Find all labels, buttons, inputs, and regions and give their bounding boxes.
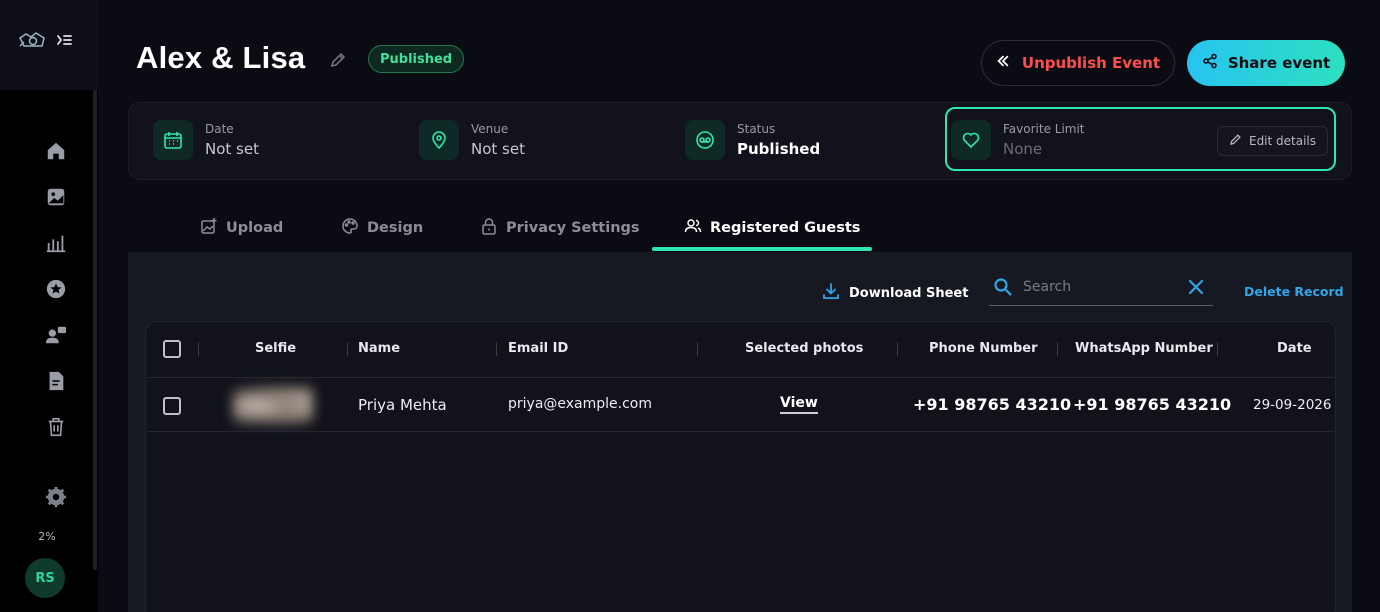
location-pin-icon — [419, 120, 459, 160]
logo-icon[interactable] — [18, 30, 48, 50]
select-all-checkbox[interactable] — [163, 340, 181, 358]
column-separator — [1217, 342, 1218, 356]
calendar-icon — [153, 120, 193, 160]
settings-icon[interactable] — [44, 485, 68, 509]
view-selected-photos-link[interactable]: View — [780, 395, 818, 414]
sidebar-header — [0, 0, 98, 90]
share-icon — [1202, 53, 1218, 73]
tab-privacy-settings-label: Privacy Settings — [506, 220, 640, 236]
unpublish-event-button[interactable]: Unpublish Event — [981, 40, 1175, 86]
edit-details-label: Edit details — [1248, 134, 1317, 148]
header-divider — [147, 377, 1334, 378]
search-bar — [989, 270, 1213, 306]
document-icon[interactable] — [44, 369, 68, 393]
column-header-whatsapp: WhatsApp Number — [1075, 341, 1213, 356]
guest-email: priya@example.com — [508, 396, 653, 412]
column-header-email: Email ID — [508, 341, 569, 356]
guest-date: 29-09-2026 — [1253, 397, 1332, 413]
row-checkbox[interactable] — [163, 397, 181, 415]
tab-upload-label: Upload — [226, 220, 284, 236]
favorite-limit-value: None — [1003, 140, 1043, 158]
avatar[interactable]: RS — [25, 558, 65, 598]
analytics-icon[interactable] — [44, 231, 68, 255]
tab-privacy-settings[interactable]: Privacy Settings — [480, 216, 640, 240]
tab-registered-guests-label: Registered Guests — [710, 220, 861, 236]
column-separator — [496, 342, 497, 356]
column-header-selected-photos: Selected photos — [745, 341, 864, 356]
tab-design[interactable]: Design — [341, 216, 423, 240]
lock-icon — [480, 217, 498, 239]
storage-percent: 2% — [38, 530, 56, 543]
download-icon — [822, 282, 840, 304]
sidebar-scrollbar[interactable] — [93, 90, 97, 570]
page-title: Alex & Lisa — [136, 40, 306, 75]
search-icon — [993, 277, 1013, 297]
heart-icon — [951, 120, 991, 160]
status-value: Published — [737, 140, 821, 158]
date-label: Date — [205, 122, 234, 136]
column-separator — [198, 342, 199, 356]
status-icon — [685, 120, 725, 160]
venue-value: Not set — [471, 140, 525, 158]
column-header-date: Date — [1277, 341, 1312, 356]
guests-icon — [684, 217, 702, 239]
delete-record-button[interactable]: Delete Record — [1244, 284, 1344, 299]
tab-upload[interactable]: Upload — [200, 216, 283, 240]
status-badge: Published — [368, 45, 465, 73]
edit-title-icon[interactable] — [330, 52, 346, 68]
active-tab-indicator — [652, 247, 872, 251]
upload-image-icon — [200, 217, 218, 239]
column-header-phone: Phone Number — [929, 341, 1038, 356]
edit-details-button[interactable]: Edit details — [1217, 126, 1328, 156]
column-separator — [697, 342, 698, 356]
download-sheet-label: Download Sheet — [849, 285, 969, 301]
palette-icon — [341, 217, 359, 239]
column-header-name: Name — [358, 341, 401, 356]
column-separator — [1057, 342, 1058, 356]
venue-label: Venue — [471, 122, 509, 136]
selfie-thumbnail[interactable] — [233, 386, 313, 426]
home-icon[interactable] — [44, 139, 68, 163]
favorite-limit-label: Favorite Limit — [1003, 122, 1085, 136]
row-divider — [147, 431, 1334, 432]
double-chevron-left-icon — [996, 54, 1010, 72]
date-value: Not set — [205, 140, 259, 158]
guest-name: Priya Mehta — [358, 396, 447, 414]
download-sheet-button[interactable]: Download Sheet — [822, 283, 968, 303]
sidebar — [0, 0, 98, 612]
share-event-button[interactable]: Share event — [1187, 40, 1345, 86]
column-header-selfie: Selfie — [255, 341, 297, 356]
guest-whatsapp: +91 98765 43210 — [1073, 395, 1232, 414]
favorites-icon[interactable] — [44, 277, 68, 301]
column-separator — [347, 342, 348, 356]
search-input[interactable] — [1023, 275, 1181, 299]
pencil-icon — [1229, 133, 1242, 149]
tab-registered-guests[interactable]: Registered Guests — [684, 216, 860, 240]
users-icon[interactable] — [44, 323, 68, 347]
guest-phone: +91 98765 43210 — [913, 395, 1072, 414]
tab-design-label: Design — [367, 220, 424, 236]
column-separator — [897, 342, 898, 356]
unpublish-event-label: Unpublish Event — [1021, 54, 1161, 72]
share-event-label: Share event — [1227, 54, 1331, 72]
gallery-icon[interactable] — [44, 185, 68, 209]
clear-search-icon[interactable] — [1187, 278, 1205, 296]
trash-icon[interactable] — [44, 415, 68, 439]
status-label: Status — [737, 122, 776, 136]
guests-table — [145, 321, 1336, 612]
sidebar-collapse-icon[interactable] — [56, 32, 72, 48]
